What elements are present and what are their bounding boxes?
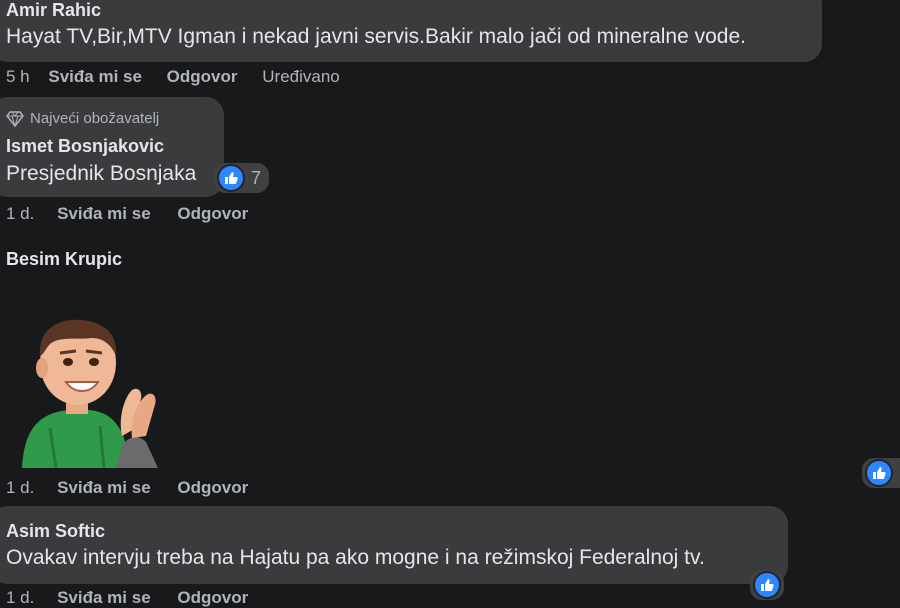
comment-time[interactable]: 1 d. [6,204,34,223]
comment-text: Presjednik Bosnjaka [6,162,197,185]
reaction-summary[interactable] [750,570,784,600]
comment-text: Hayat TV,Bir,MTV Igman i nekad javni ser… [6,25,746,48]
comment-author[interactable]: Ismet Bosnjakovic [6,136,164,157]
reply-button[interactable]: Odgovor [177,478,248,497]
like-button[interactable]: Sviđa mi se [57,478,151,497]
thumbs-up-icon [753,571,781,599]
comment-actions: 5 h Sviđa mi se Odgovor Uređivano [6,67,340,87]
comment-author[interactable]: Asim Softic [6,521,105,542]
reply-button[interactable]: Odgovor [167,67,238,86]
like-button[interactable]: Sviđa mi se [48,67,142,86]
thumbs-up-icon [217,164,245,192]
badge-label: Najveći obožavatelj [30,110,160,127]
comment-actions: 1 d. Sviđa mi se Odgovor [6,478,248,498]
reaction-summary[interactable]: 7 [214,163,270,193]
reply-button[interactable]: Odgovor [177,204,248,223]
diamond-icon [6,110,24,127]
comment-actions: 1 d. Sviđa mi se Odgovor [6,588,248,608]
comment-author[interactable]: Amir Rahic [6,0,101,21]
like-button[interactable]: Sviđa mi se [57,204,151,223]
comment-bubble [0,506,788,584]
comment-actions: 1 d. Sviđa mi se Odgovor [6,204,248,224]
reaction-summary[interactable] [862,458,900,488]
comment-time[interactable]: 1 d. [6,588,34,607]
comment-text: Ovakav intervju treba na Hajatu pa ako m… [6,546,705,569]
top-fan-badge[interactable]: Najveći obožavatelj [6,110,159,127]
clapping-avatar-sticker[interactable] [20,318,162,469]
comment-author[interactable]: Besim Krupic [6,249,122,270]
reply-button[interactable]: Odgovor [177,588,248,607]
edited-label[interactable]: Uređivano [262,67,340,86]
like-button[interactable]: Sviđa mi se [57,588,151,607]
thumbs-up-icon [865,459,893,487]
comment-time[interactable]: 5 h [6,67,30,86]
reaction-count: 7 [251,167,262,188]
comment-time[interactable]: 1 d. [6,478,34,497]
